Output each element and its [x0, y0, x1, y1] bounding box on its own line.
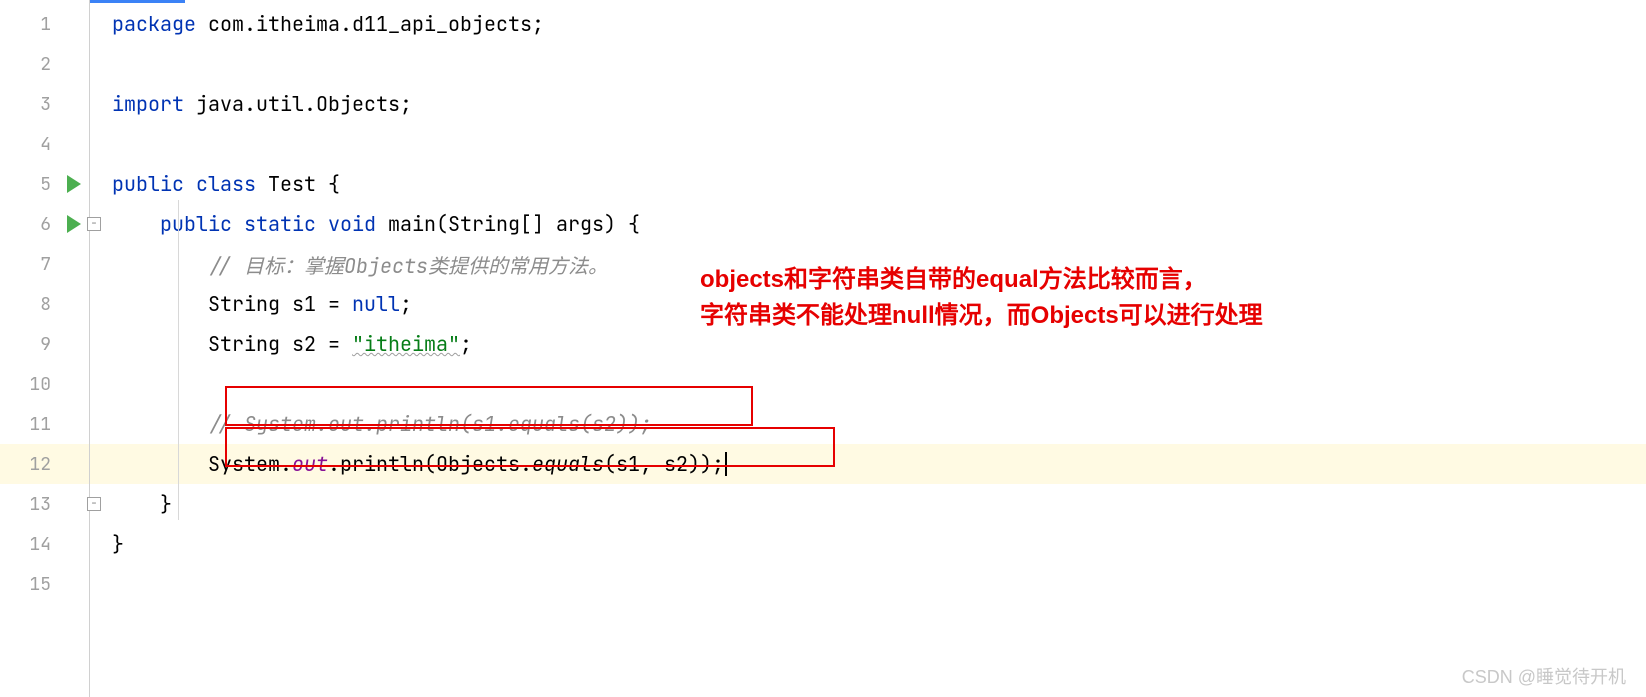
gutter-line: 14	[0, 524, 89, 564]
gutter-line: 3	[0, 84, 89, 124]
code-area[interactable]: package com.itheima.d11_api_objects; imp…	[90, 0, 1646, 697]
string-literal: "itheima"	[352, 331, 460, 357]
keyword-null: null	[352, 291, 400, 317]
comment: // 目标：掌握Objects类提供的常用方法。	[208, 250, 608, 279]
keyword: public class	[112, 171, 268, 197]
code-line: − }	[90, 484, 1646, 524]
type: String	[208, 291, 292, 317]
annotation-line1: objects和字符串类自带的equal方法比较而言，	[700, 262, 1263, 298]
line-number: 11	[29, 413, 51, 436]
watermark: CSDN @睡觉待开机	[1462, 663, 1626, 689]
caret-icon	[725, 452, 727, 476]
class-name: Test	[268, 171, 316, 197]
keyword: package	[112, 11, 208, 37]
gutter-line: 11	[0, 404, 89, 444]
code-line: // System.out.println(s1.equals(s2));	[90, 404, 1646, 444]
gutter-line: 2	[0, 44, 89, 84]
brace: }	[160, 491, 172, 517]
gutter-line: 1	[0, 4, 89, 44]
line-number: 10	[29, 373, 51, 396]
line-number: 13	[29, 493, 51, 516]
gutter-line: 9	[0, 324, 89, 364]
static-method: equals	[532, 451, 604, 477]
semicolon: ;	[400, 291, 412, 317]
line-number: 7	[40, 253, 51, 276]
line-number: 3	[40, 93, 51, 116]
method-name: main	[388, 211, 436, 237]
code-line: import java.util.Objects;	[90, 84, 1646, 124]
gutter-line: 12	[0, 444, 89, 484]
annotation-text: objects和字符串类自带的equal方法比较而言， 字符串类不能处理null…	[700, 262, 1263, 334]
code-line	[90, 124, 1646, 164]
annotation-line2: 字符串类不能处理null情况，而Objects可以进行处理	[700, 298, 1263, 334]
gutter-line: 5	[0, 164, 89, 204]
indent	[112, 291, 208, 317]
package-name: com.itheima.d11_api_objects	[208, 11, 532, 37]
code-line: }	[90, 524, 1646, 564]
code-line	[90, 44, 1646, 84]
gutter-line: 10	[0, 364, 89, 404]
indent	[112, 451, 208, 477]
args: (s1, s2));	[604, 451, 724, 477]
gutter-line: 8	[0, 284, 89, 324]
variable: s2 =	[292, 331, 352, 357]
comment: // System.out.println(s1.equals(s2));	[208, 411, 652, 437]
keyword: import	[112, 91, 196, 117]
gutter-line: 13	[0, 484, 89, 524]
line-number: 14	[29, 533, 51, 556]
indent	[112, 251, 208, 277]
gutter-line: 6	[0, 204, 89, 244]
line-number: 9	[40, 333, 51, 356]
indent-guide	[178, 200, 179, 520]
semicolon: ;	[460, 331, 472, 357]
indent	[112, 331, 208, 357]
line-number: 12	[29, 453, 51, 476]
import-name: java.util.Objects	[196, 91, 400, 117]
gutter-line: 4	[0, 124, 89, 164]
line-number: 15	[29, 573, 51, 596]
code-line-current: System.out.println(Objects.equals(s1, s2…	[90, 444, 1646, 484]
line-number: 8	[40, 293, 51, 316]
gutter-line: 7	[0, 244, 89, 284]
method-chain: .println(Objects.	[328, 451, 532, 477]
keyword: public static void	[160, 211, 388, 237]
variable: s1 =	[292, 291, 352, 317]
gutter-line: 15	[0, 564, 89, 604]
run-method-icon[interactable]	[67, 215, 81, 233]
line-number: 6	[40, 213, 51, 236]
fold-collapse-icon[interactable]: −	[87, 497, 101, 511]
code-line: − public static void main(String[] args)…	[90, 204, 1646, 244]
params: (String[] args) {	[436, 211, 640, 237]
code-line	[90, 564, 1646, 604]
indent	[112, 411, 208, 437]
type: String	[208, 331, 292, 357]
run-class-icon[interactable]	[67, 175, 81, 193]
line-number: 4	[40, 133, 51, 156]
code-line	[90, 364, 1646, 404]
indent	[112, 491, 160, 517]
line-number: 5	[40, 173, 51, 196]
line-number: 2	[40, 53, 51, 76]
indent	[112, 211, 160, 237]
fold-collapse-icon[interactable]: −	[87, 217, 101, 231]
static-field: out	[292, 451, 328, 477]
code-line: public class Test {	[90, 164, 1646, 204]
brace: }	[112, 531, 124, 557]
code-line: package com.itheima.d11_api_objects;	[90, 4, 1646, 44]
code-editor: 1 2 3 4 5 6 7 8 9 10 11 12 13 14 15 pack…	[0, 0, 1646, 697]
class-ref: System.	[208, 451, 292, 477]
brace: {	[316, 171, 340, 197]
line-number: 1	[40, 13, 51, 36]
semicolon: ;	[532, 11, 544, 37]
gutter[interactable]: 1 2 3 4 5 6 7 8 9 10 11 12 13 14 15	[0, 0, 90, 697]
semicolon: ;	[400, 91, 412, 117]
